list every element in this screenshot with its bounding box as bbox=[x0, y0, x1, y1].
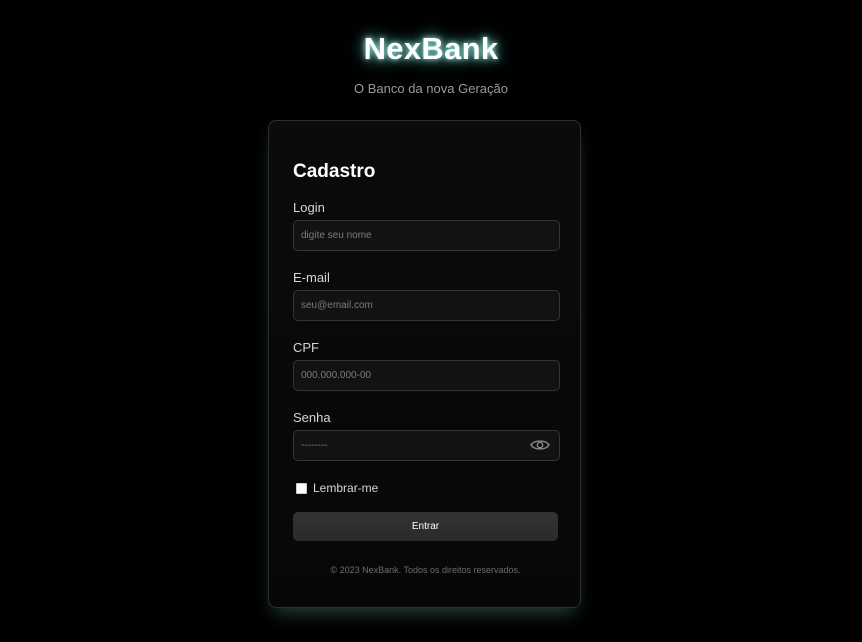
footer-copyright: © 2023 NexBank. Todos os direitos reserv… bbox=[330, 565, 521, 575]
email-label: E-mail bbox=[293, 270, 330, 285]
eye-icon[interactable] bbox=[529, 436, 551, 454]
form-title: Cadastro bbox=[293, 161, 376, 182]
brand-tagline: O Banco da nova Geração bbox=[354, 81, 508, 96]
submit-button[interactable]: Entrar bbox=[293, 512, 558, 541]
signup-card: Cadastro Login E-mail CPF Senha Lembrar-… bbox=[268, 120, 581, 608]
email-input[interactable] bbox=[293, 290, 560, 321]
remember-checkbox[interactable] bbox=[296, 482, 307, 494]
remember-me[interactable]: Lembrar-me bbox=[296, 481, 378, 495]
brand-logo-text: NexBank bbox=[363, 31, 499, 66]
login-label: Login bbox=[293, 200, 325, 215]
login-input[interactable] bbox=[293, 220, 560, 251]
cpf-input[interactable] bbox=[293, 360, 560, 391]
password-input[interactable] bbox=[293, 430, 560, 461]
remember-label: Lembrar-me bbox=[313, 481, 379, 495]
signup-page: NexBank O Banco da nova Geração Cadastro… bbox=[0, 0, 862, 642]
password-label: Senha bbox=[293, 410, 331, 425]
cpf-label: CPF bbox=[293, 340, 319, 355]
